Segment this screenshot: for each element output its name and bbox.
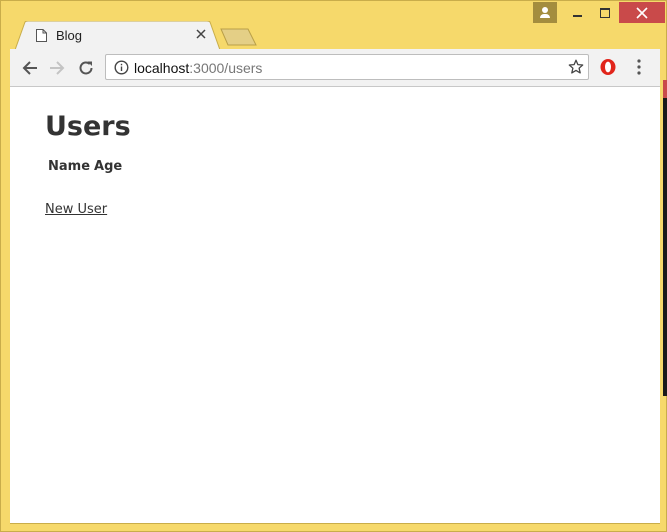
- maximize-button[interactable]: [591, 2, 619, 23]
- profile-button[interactable]: [533, 2, 557, 23]
- new-tab-icon: [220, 28, 257, 46]
- back-arrow-icon: [22, 61, 37, 75]
- reload-button[interactable]: [76, 58, 96, 78]
- info-icon[interactable]: [114, 60, 129, 75]
- maximize-icon: [600, 8, 610, 18]
- star-icon[interactable]: [568, 59, 584, 75]
- browser-toolbar: localhost:3000/users: [10, 49, 660, 87]
- minimize-icon: [573, 15, 582, 17]
- users-table: Name Age: [46, 158, 124, 175]
- page-content: Users Name Age New User: [10, 87, 660, 523]
- column-header-name: Name: [48, 159, 91, 174]
- forward-arrow-icon: [50, 61, 65, 75]
- new-tab-button[interactable]: [220, 28, 258, 46]
- tab-blog[interactable]: Blog: [15, 21, 220, 50]
- column-header-age: Age: [94, 159, 123, 174]
- window-close-button[interactable]: [619, 2, 665, 23]
- tab-close-button[interactable]: [195, 28, 207, 40]
- tab-title: Blog: [56, 28, 83, 43]
- window-bottom-border: [10, 523, 660, 524]
- address-bar[interactable]: localhost:3000/users: [105, 54, 589, 80]
- browser-window: Blog localhost:3000/users Users Name Age…: [0, 0, 667, 532]
- forward-button[interactable]: [47, 58, 67, 78]
- kebab-menu-icon: [637, 59, 641, 75]
- background-window-edge: [663, 80, 667, 396]
- table-header-row: Name Age: [46, 158, 124, 175]
- browser-menu-button[interactable]: [637, 59, 641, 79]
- url-host: localhost: [134, 60, 190, 76]
- page-title: Users: [45, 111, 131, 142]
- back-button[interactable]: [20, 58, 40, 78]
- close-icon: [636, 6, 648, 19]
- opera-extension-icon: [600, 59, 616, 75]
- opera-extension-button[interactable]: [599, 58, 617, 80]
- reload-icon: [79, 61, 93, 75]
- new-user-link[interactable]: New User: [45, 202, 107, 217]
- url-path: :3000/users: [189, 60, 263, 76]
- minimize-button[interactable]: [563, 2, 591, 23]
- url-text[interactable]: localhost:3000/users: [134, 60, 262, 76]
- close-icon: [196, 29, 206, 39]
- document-icon: [36, 29, 47, 42]
